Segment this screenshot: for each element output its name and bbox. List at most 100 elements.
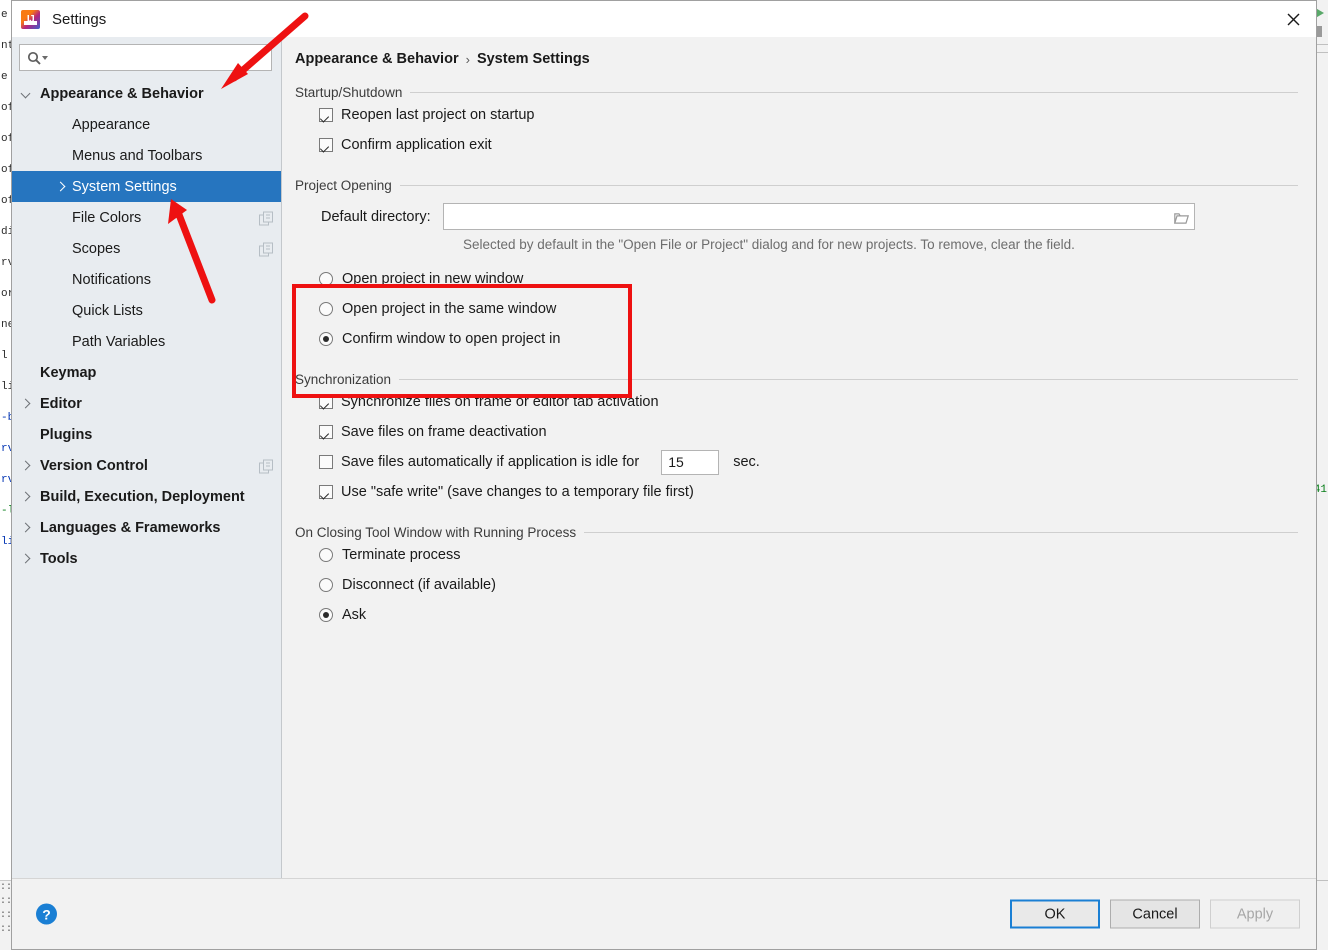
default-directory-input[interactable]	[443, 205, 1194, 228]
radio-row[interactable]: Open project in new window	[319, 264, 1298, 294]
folder-icon[interactable]	[1173, 211, 1189, 224]
sidebar-item-label: Editor	[40, 395, 82, 412]
radio-row[interactable]: Open project in the same window	[319, 294, 1298, 324]
chevron-down-icon[interactable]	[42, 55, 48, 60]
settings-tree: Appearance & Behavior Appearance Menus and…	[12, 78, 281, 574]
section-project-opening: Project Opening Default directory: Selecte…	[283, 178, 1316, 354]
search-icon	[27, 51, 41, 65]
section-header: Project Opening	[295, 178, 1298, 193]
radio-label: Open project in the same window	[342, 301, 557, 317]
sidebar-item-label: Path Variables	[72, 333, 166, 350]
radio-label: Ask	[342, 607, 367, 623]
sidebar-item-label: Keymap	[40, 364, 97, 381]
sidebar-item-plugins[interactable]: Plugins	[12, 419, 281, 450]
sidebar-item-editor[interactable]: Editor	[12, 388, 281, 419]
close-icon[interactable]	[1270, 1, 1316, 37]
apply-button: Apply	[1210, 899, 1300, 929]
default-directory-hint: Selected by default in the "Open File or…	[463, 237, 1075, 252]
chevron-right-icon[interactable]	[12, 460, 38, 471]
search-input[interactable]	[47, 46, 271, 69]
sidebar-item-file-colors[interactable]: File Colors	[12, 202, 281, 233]
checkbox-row[interactable]: Confirm application exit	[319, 130, 1298, 160]
sidebar-item-label: Appearance & Behavior	[40, 85, 204, 102]
help-icon[interactable]: ?	[36, 903, 57, 925]
checkbox-use-safe-write-save-changes-to-a-temporary-fil[interactable]	[319, 485, 333, 499]
chevron-right-icon[interactable]	[12, 522, 38, 533]
checkbox-save-files-automatically-if-application-is-idl[interactable]	[319, 455, 333, 469]
intellij-idea-logo-icon	[21, 9, 40, 29]
radio-row[interactable]: Ask	[319, 600, 1298, 630]
sidebar-item-quick-lists[interactable]: Quick Lists	[12, 295, 281, 326]
settings-main-panel: Appearance & Behavior › System Settings …	[283, 37, 1316, 879]
dialog-titlebar: Settings	[12, 1, 1316, 37]
sidebar-item-tools[interactable]: Tools	[12, 543, 281, 574]
sidebar-item-label: Appearance	[72, 116, 151, 133]
section-synchronization: Synchronization Synchronize files on fram…	[283, 372, 1316, 507]
sidebar-item-system-settings[interactable]: System Settings	[12, 171, 281, 202]
idle-seconds-group: sec.	[661, 449, 760, 475]
radio-ask[interactable]	[319, 608, 333, 622]
checkbox-synchronize-files-on-frame-or-editor-tab-activ[interactable]	[319, 395, 333, 409]
chevron-right-icon[interactable]	[12, 491, 38, 502]
sidebar-item-build-execution-deployment[interactable]: Build, Execution, Deployment	[12, 481, 281, 512]
default-directory-field[interactable]	[442, 203, 1195, 230]
checkbox-reopen-last-project-on-startup[interactable]	[319, 108, 333, 122]
idle-seconds-suffix: sec.	[733, 454, 760, 470]
sidebar-item-menus-and-toolbars[interactable]: Menus and Toolbars	[12, 140, 281, 171]
chevron-right-icon[interactable]	[12, 398, 38, 409]
section-title: Startup/Shutdown	[295, 85, 403, 100]
radio-terminate-process[interactable]	[319, 548, 333, 562]
section-title: On Closing Tool Window with Running Proc…	[295, 525, 577, 540]
sidebar-item-notifications[interactable]: Notifications	[12, 264, 281, 295]
copy-icon[interactable]	[259, 459, 273, 473]
radio-open-project-in-new-window[interactable]	[319, 272, 333, 286]
section-title: Project Opening	[295, 178, 392, 193]
ok-button[interactable]: OK	[1010, 899, 1100, 929]
sidebar-item-appearance-behavior[interactable]: Appearance & Behavior	[12, 78, 281, 109]
section-header: Synchronization	[295, 372, 1298, 387]
breadcrumb: Appearance & Behavior › System Settings	[295, 51, 1316, 67]
idle-seconds-field[interactable]	[661, 449, 720, 475]
checkbox-row[interactable]: Save files automatically if application …	[319, 447, 1298, 477]
chevron-right-icon[interactable]	[12, 181, 72, 192]
sidebar-item-label: Build, Execution, Deployment	[40, 488, 245, 505]
section-header: On Closing Tool Window with Running Proc…	[295, 525, 1298, 540]
checkbox-row[interactable]: Save files on frame deactivation	[319, 417, 1298, 447]
radio-open-project-in-the-same-window[interactable]	[319, 302, 333, 316]
checkbox-save-files-on-frame-deactivation[interactable]	[319, 425, 333, 439]
checkbox-row[interactable]: Use "safe write" (save changes to a temp…	[319, 477, 1298, 507]
checkbox-row[interactable]: Synchronize files on frame or editor tab…	[319, 387, 1298, 417]
copy-icon[interactable]	[259, 211, 273, 225]
radio-disconnect-if-available[interactable]	[319, 578, 333, 592]
chevron-down-icon[interactable]	[12, 88, 38, 99]
checkbox-row[interactable]: Reopen last project on startup	[319, 100, 1298, 130]
radio-row[interactable]: Confirm window to open project in	[319, 324, 1298, 354]
section-startup-shutdown: Startup/Shutdown Reopen last project on s…	[283, 85, 1316, 160]
cancel-button[interactable]: Cancel	[1110, 899, 1200, 929]
sidebar-item-languages-frameworks[interactable]: Languages & Frameworks	[12, 512, 281, 543]
sidebar-item-keymap[interactable]: Keymap	[12, 357, 281, 388]
section-header: Startup/Shutdown	[295, 85, 1298, 100]
copy-icon[interactable]	[259, 242, 273, 256]
chevron-right-icon[interactable]	[12, 553, 38, 564]
radio-label: Terminate process	[342, 547, 461, 563]
sidebar-item-label: Menus and Toolbars	[72, 147, 203, 164]
checkbox-confirm-application-exit[interactable]	[319, 138, 333, 152]
sidebar-item-label: Quick Lists	[72, 302, 143, 319]
sidebar-item-label: Tools	[40, 550, 78, 567]
dialog-title: Settings	[52, 10, 107, 28]
sidebar-item-label: Notifications	[72, 271, 151, 288]
idle-seconds-input[interactable]	[662, 453, 719, 471]
sidebar-item-path-variables[interactable]: Path Variables	[12, 326, 281, 357]
breadcrumb-parent[interactable]: Appearance & Behavior	[295, 51, 459, 67]
sidebar-item-appearance[interactable]: Appearance	[12, 109, 281, 140]
sidebar-item-scopes[interactable]: Scopes	[12, 233, 281, 264]
screen-root: enteofof ofofdirvor nelli-b rvrv-l lir :…	[0, 0, 1328, 950]
radio-row[interactable]: Disconnect (if available)	[319, 570, 1298, 600]
radio-row[interactable]: Terminate process	[319, 540, 1298, 570]
breadcrumb-current: System Settings	[476, 51, 590, 67]
sidebar-item-version-control[interactable]: Version Control	[12, 450, 281, 481]
dialog-button-group: OK Cancel Apply	[1010, 899, 1300, 929]
search-field[interactable]	[19, 44, 272, 71]
radio-confirm-window-to-open-project-in[interactable]	[319, 332, 333, 346]
